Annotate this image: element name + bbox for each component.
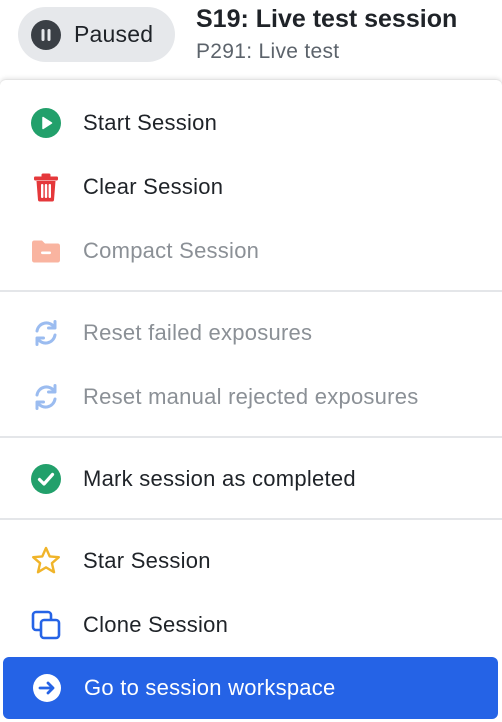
- pause-icon: [31, 19, 61, 50]
- clone-session-label: Clone Session: [83, 612, 229, 637]
- mark-session-completed-label: Mark session as completed: [83, 466, 356, 491]
- reset-failed-exposures-label: Reset failed exposures: [83, 320, 313, 345]
- clear-session-item[interactable]: Clear Session: [0, 155, 502, 219]
- reset-failed-exposures-item[interactable]: Reset failed exposures: [0, 301, 502, 365]
- refresh-icon: [30, 317, 62, 349]
- reset-manual-rejected-exposures-label: Reset manual rejected exposures: [83, 384, 419, 409]
- divider: [0, 436, 502, 438]
- mark-session-completed-item[interactable]: Mark session as completed: [0, 447, 502, 511]
- divider: [0, 518, 502, 520]
- status-label: Paused: [74, 21, 154, 47]
- session-actions-menu: Start Session Clear Session Compact Sess…: [0, 80, 502, 722]
- star-icon: [30, 545, 62, 577]
- go-to-session-workspace-button[interactable]: Go to session workspace: [3, 657, 498, 719]
- session-title: S19: Live test session: [196, 5, 458, 33]
- trash-icon: [30, 171, 62, 203]
- project-subtitle: P291: Live test: [196, 40, 340, 63]
- reset-manual-rejected-exposures-item[interactable]: Reset manual rejected exposures: [0, 365, 502, 429]
- clone-session-item[interactable]: Clone Session: [0, 593, 502, 657]
- clear-session-label: Clear Session: [83, 174, 224, 199]
- session-actions-screen: Paused S19: Live test session P291: Live…: [0, 0, 502, 722]
- play-circle-icon: [30, 107, 62, 139]
- divider: [0, 290, 502, 292]
- go-to-session-workspace-label: Go to session workspace: [84, 675, 336, 700]
- start-session-item[interactable]: Start Session: [0, 91, 502, 155]
- clone-icon: [30, 609, 62, 641]
- compact-session-label: Compact Session: [83, 238, 260, 263]
- star-session-item[interactable]: Star Session: [0, 529, 502, 593]
- check-circle-icon: [30, 463, 62, 495]
- refresh-icon: [30, 381, 62, 413]
- arrow-right-circle-icon: [31, 672, 63, 704]
- compact-session-item[interactable]: Compact Session: [0, 219, 502, 283]
- start-session-label: Start Session: [83, 110, 218, 135]
- folder-minus-icon: [30, 235, 62, 267]
- status-pill[interactable]: Paused: [18, 7, 175, 62]
- star-session-label: Star Session: [83, 548, 211, 573]
- session-header: Paused S19: Live test session P291: Live…: [0, 0, 502, 80]
